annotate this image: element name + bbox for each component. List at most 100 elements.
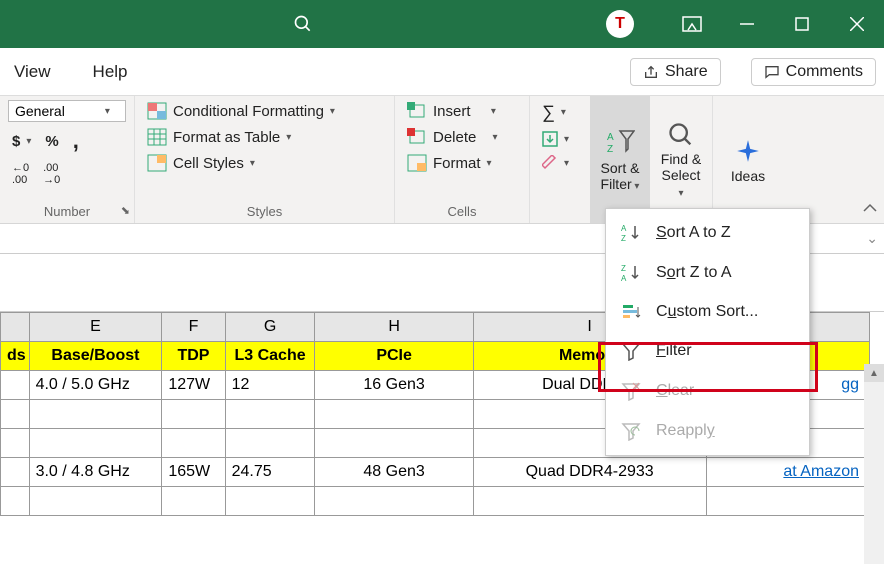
cell[interactable]: TDP (162, 342, 225, 371)
cell[interactable] (1, 400, 30, 429)
minimize-button[interactable] (719, 0, 774, 48)
sort-filter-button[interactable]: AZ Sort & Filter ▾ (590, 96, 650, 223)
tab-help[interactable]: Help (87, 58, 134, 86)
cell[interactable]: Quad DDR4-2933 (473, 458, 706, 487)
fill-down-icon (542, 131, 558, 147)
increase-decimal-button[interactable]: ←0.00 (8, 160, 33, 188)
conditional-formatting-button[interactable]: Conditional Formatting▾ (143, 100, 386, 122)
menu-filter[interactable]: Filter (606, 331, 809, 371)
sort-az-icon: AZ (620, 223, 642, 243)
cell[interactable]: 48 Gen3 (315, 458, 473, 487)
cell[interactable]: Base/Boost (29, 342, 162, 371)
scroll-up-button[interactable]: ▲ (864, 364, 884, 382)
col-head-g[interactable]: G (225, 313, 315, 342)
cell[interactable] (29, 487, 162, 516)
svg-text:A: A (621, 274, 627, 283)
cell[interactable]: 16 Gen3 (315, 371, 473, 400)
cell[interactable] (315, 400, 473, 429)
title-search[interactable] (0, 14, 606, 34)
close-button[interactable] (829, 0, 884, 48)
share-label: Share (665, 63, 708, 81)
fill-button[interactable]: ▾ (538, 129, 582, 149)
find-select-button[interactable]: Find & Select ▾ (650, 96, 712, 223)
cell[interactable] (225, 400, 315, 429)
cell[interactable] (1, 371, 30, 400)
collapse-ribbon-button[interactable] (862, 201, 878, 217)
col-head-h[interactable]: H (315, 313, 473, 342)
find-icon (667, 121, 695, 149)
group-cells: Insert ▾ Delete ▾ Format▾ Cells (395, 96, 530, 223)
cell[interactable] (225, 429, 315, 458)
cell-styles-icon (147, 154, 167, 172)
cell[interactable] (162, 400, 225, 429)
cell[interactable] (1, 458, 30, 487)
col-head-f[interactable]: F (162, 313, 225, 342)
col-head-e[interactable]: E (29, 313, 162, 342)
ribbon-options-icon (682, 16, 702, 32)
comments-label: Comments (786, 63, 863, 81)
percent-button[interactable]: % (41, 131, 62, 152)
cell-link[interactable]: at Amazon (706, 458, 869, 487)
cell[interactable] (315, 429, 473, 458)
decrease-decimal-button[interactable]: .00→0 (39, 160, 64, 188)
cell[interactable]: 3.0 / 4.8 GHz (29, 458, 162, 487)
number-format-select[interactable]: General ▾ (8, 100, 126, 122)
format-as-table-button[interactable]: Format as Table▾ (143, 126, 386, 148)
cell[interactable] (315, 487, 473, 516)
cell[interactable]: ds (1, 342, 30, 371)
format-button[interactable]: Format▾ (403, 152, 521, 174)
cell[interactable] (225, 487, 315, 516)
menu-sort-za[interactable]: ZA Sort Z to A (606, 253, 809, 293)
insert-button[interactable]: Insert ▾ (403, 100, 521, 122)
cell[interactable] (29, 429, 162, 458)
cell[interactable] (1, 487, 30, 516)
cell[interactable] (162, 429, 225, 458)
cell[interactable]: 165W (162, 458, 225, 487)
sort-za-icon: ZA (620, 263, 642, 283)
tab-view[interactable]: View (8, 58, 57, 86)
cell[interactable]: 24.75 (225, 458, 315, 487)
number-dialog-launcher[interactable]: ⬊ (121, 204, 130, 217)
share-button[interactable]: Share (630, 58, 721, 86)
cell-styles-button[interactable]: Cell Styles▾ (143, 152, 386, 174)
menu-sort-az[interactable]: AZ Sort A to Z (606, 213, 809, 253)
maximize-button[interactable] (774, 0, 829, 48)
clear-button[interactable]: ▾ (538, 153, 582, 173)
group-number: General ▾ $▾ % , ←0.00 .00→0 Number ⬊ (0, 96, 135, 223)
cell[interactable] (706, 487, 869, 516)
autosum-button[interactable]: ∑▾ (538, 100, 582, 125)
menu-reapply: Reapply (606, 411, 809, 451)
cell[interactable]: PCIe (315, 342, 473, 371)
sort-filter-icon: AZ (605, 128, 635, 158)
delete-icon (407, 128, 427, 146)
close-icon (850, 17, 864, 31)
cell[interactable] (1, 429, 30, 458)
filter-icon (620, 341, 642, 361)
cell[interactable]: 12 (225, 371, 315, 400)
comments-button[interactable]: Comments (751, 58, 876, 86)
cell[interactable] (473, 487, 706, 516)
comma-button[interactable]: , (69, 126, 83, 156)
cell[interactable] (29, 400, 162, 429)
data-row[interactable]: 3.0 / 4.8 GHz 165W 24.75 48 Gen3 Quad DD… (1, 458, 870, 487)
clear-icon (542, 155, 558, 171)
cell[interactable]: 127W (162, 371, 225, 400)
vertical-scrollbar[interactable]: ▲ (864, 364, 884, 564)
currency-button[interactable]: $▾ (8, 131, 35, 152)
account-avatar[interactable]: T (606, 10, 634, 38)
cell[interactable]: L3 Cache (225, 342, 315, 371)
menu-custom-sort[interactable]: Custom Sort... (606, 293, 809, 331)
delete-button[interactable]: Delete ▾ (403, 126, 521, 148)
cell[interactable] (162, 487, 225, 516)
svg-text:A: A (607, 132, 614, 143)
col-head[interactable] (1, 313, 30, 342)
group-number-label: Number (8, 204, 126, 223)
group-styles: Conditional Formatting▾ Format as Table▾… (135, 96, 395, 223)
reapply-icon (620, 421, 642, 441)
expand-formula-icon[interactable]: ⌄ (866, 230, 878, 247)
cell[interactable]: 4.0 / 5.0 GHz (29, 371, 162, 400)
ribbon-display-options[interactable] (664, 0, 719, 48)
data-row[interactable] (1, 487, 870, 516)
menu-clear: Clear (606, 371, 809, 411)
ideas-button[interactable]: Ideas (713, 96, 783, 223)
